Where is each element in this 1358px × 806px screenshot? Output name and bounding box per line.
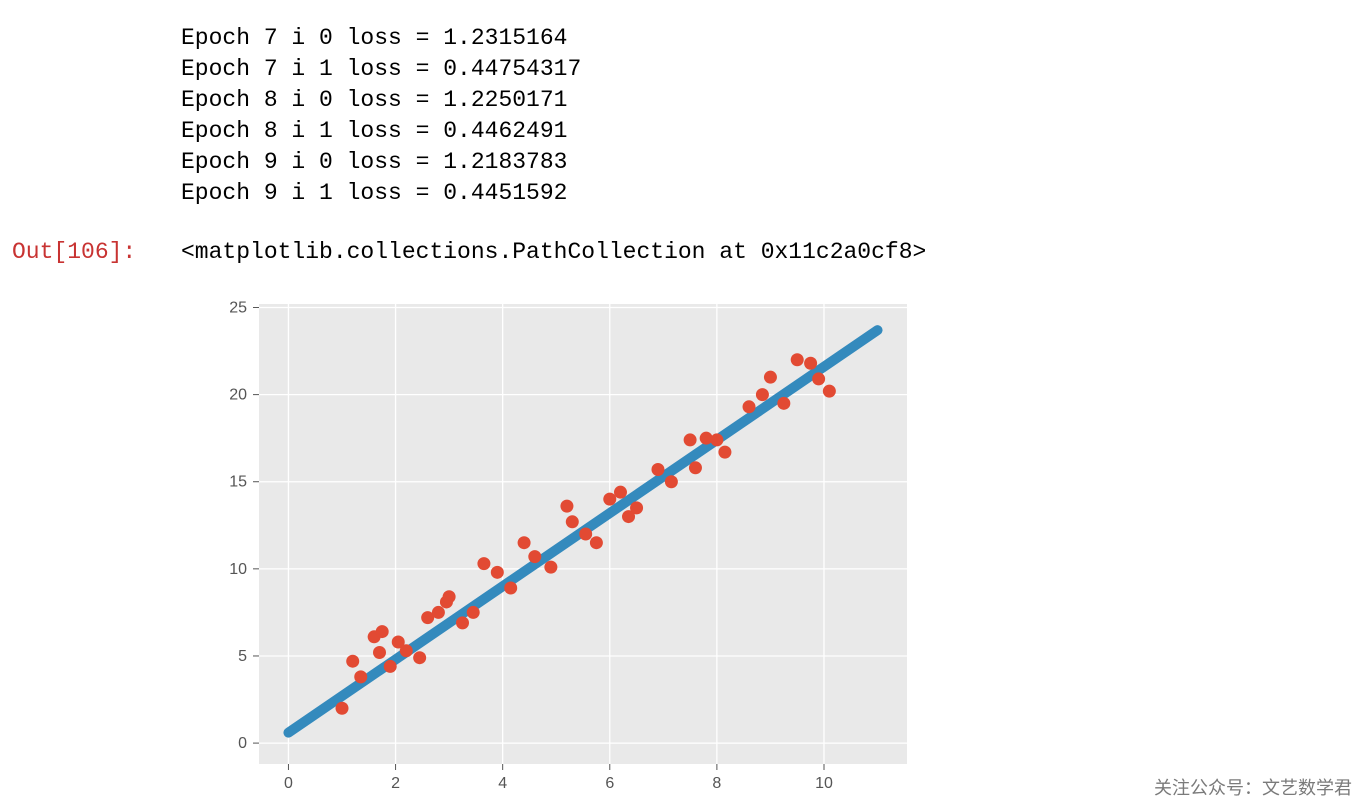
svg-text:4: 4 [498, 775, 507, 792]
svg-text:10: 10 [815, 775, 833, 792]
epoch-log-output: Epoch 7 i 0 loss = 1.2315164 Epoch 7 i 1… [181, 23, 581, 209]
svg-text:0: 0 [284, 775, 293, 792]
svg-text:0: 0 [238, 735, 247, 752]
output-repr-text: <matplotlib.collections.PathCollection a… [181, 239, 926, 265]
svg-text:6: 6 [605, 775, 614, 792]
scatter-plot-svg: 0 2 4 6 8 10 0 5 10 15 20 25 [181, 294, 919, 800]
svg-text:5: 5 [238, 648, 247, 665]
svg-text:10: 10 [229, 561, 247, 578]
svg-text:8: 8 [712, 775, 721, 792]
watermark-text: 关注公众号：文艺数学君 [1154, 774, 1352, 800]
scatter-plot: 0 2 4 6 8 10 0 5 10 15 20 25 [181, 294, 919, 800]
svg-text:2: 2 [391, 775, 400, 792]
svg-text:25: 25 [229, 299, 247, 316]
svg-text:20: 20 [229, 387, 247, 404]
output-prompt: Out[106]: [12, 239, 136, 265]
svg-text:15: 15 [229, 474, 247, 491]
